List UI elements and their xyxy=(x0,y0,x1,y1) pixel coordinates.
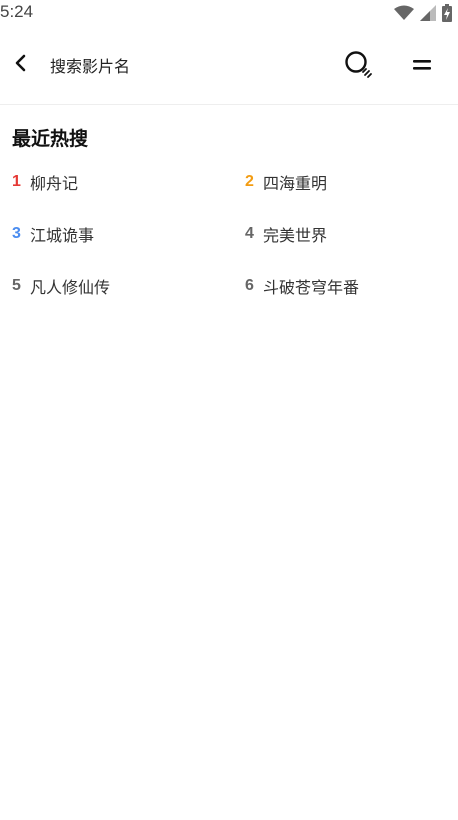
hot-rank: 4 xyxy=(245,225,254,242)
search-input[interactable] xyxy=(50,52,320,80)
hot-name: 江城诡事 xyxy=(30,226,95,245)
hot-rank: 6 xyxy=(245,277,254,294)
app-bar-divider xyxy=(0,104,458,105)
search-icon xyxy=(344,50,374,84)
menu-icon xyxy=(412,57,432,76)
recent-hot-title: 最近热搜 xyxy=(12,128,89,150)
hot-rank: 3 xyxy=(12,225,21,242)
back-button[interactable] xyxy=(6,50,36,80)
hot-name: 柳舟记 xyxy=(30,174,79,193)
hot-search-item-6[interactable]: 6 斗破苍穹年番 xyxy=(245,272,446,300)
menu-button[interactable] xyxy=(406,50,438,82)
hot-name: 完美世界 xyxy=(263,226,328,245)
hot-search-item-4[interactable]: 4 完美世界 xyxy=(245,220,446,248)
search-button[interactable] xyxy=(342,50,376,84)
hot-search-list: 1 柳舟记 2 四海重明 3 江城诡事 4 完美世界 5 凡人修仙传 6 斗破苍… xyxy=(12,168,446,300)
status-icons xyxy=(394,4,452,22)
hot-rank: 1 xyxy=(12,173,21,190)
hot-name: 斗破苍穹年番 xyxy=(263,278,360,297)
hot-name: 四海重明 xyxy=(263,174,328,193)
wifi-icon xyxy=(394,5,414,21)
hot-search-item-5[interactable]: 5 凡人修仙传 xyxy=(12,272,245,300)
hot-name: 凡人修仙传 xyxy=(30,278,111,297)
hot-rank: 2 xyxy=(245,173,254,190)
hot-rank: 5 xyxy=(12,277,21,294)
chevron-left-icon xyxy=(14,53,28,77)
search-app-bar xyxy=(0,38,458,94)
hot-search-item-2[interactable]: 2 四海重明 xyxy=(245,168,446,196)
hot-search-item-3[interactable]: 3 江城诡事 xyxy=(12,220,245,248)
battery-charging-icon xyxy=(442,4,452,22)
signal-icon xyxy=(420,5,436,21)
status-time: 5:24 xyxy=(0,2,34,21)
status-bar: 5:24 xyxy=(0,0,458,26)
hot-search-item-1[interactable]: 1 柳舟记 xyxy=(12,168,245,196)
